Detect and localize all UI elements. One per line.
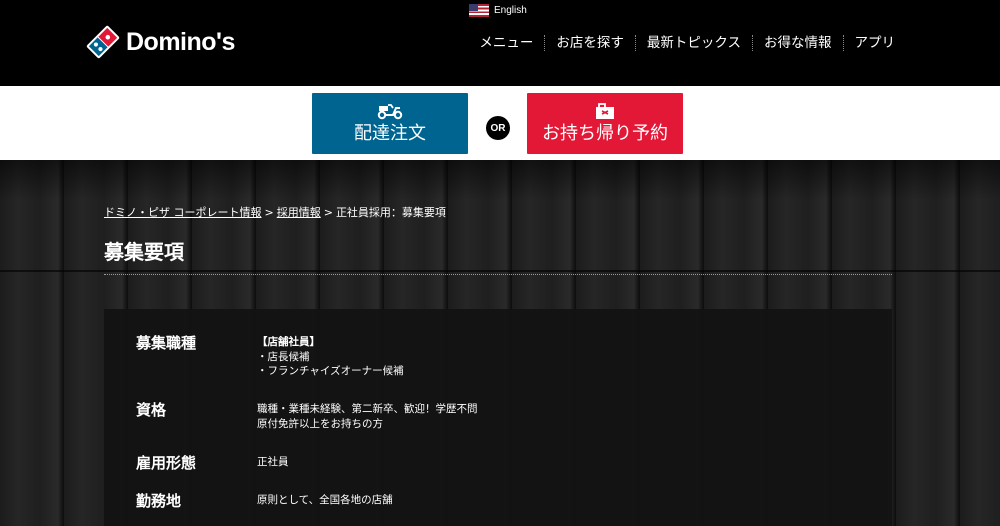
logo-wordmark: Domino's bbox=[126, 27, 235, 56]
requirement-label: 勤務地 bbox=[136, 492, 182, 510]
nav-topics[interactable]: 最新トピックス bbox=[634, 35, 752, 51]
requirement-line: ・店長候補 bbox=[257, 350, 310, 363]
language-label: English bbox=[494, 4, 527, 16]
requirements-panel: 募集職種 【店舗社員】 ・店長候補 ・フランチャイズオーナー候補 資格 職種・業… bbox=[104, 309, 892, 526]
carryout-order-button[interactable]: お持ち帰り予約 bbox=[527, 93, 683, 154]
requirement-label: 資格 bbox=[136, 401, 167, 419]
dominos-logo[interactable]: Domino's bbox=[86, 24, 235, 60]
language-switch[interactable]: English bbox=[469, 2, 527, 18]
requirement-row-employment-type: 雇用形態 正社員 bbox=[136, 453, 836, 473]
page-title: 募集要項 bbox=[104, 240, 184, 264]
requirement-row-qualification: 資格 職種・業種未経験、第二新卒、歓迎！学歴不問 原付免許以上をお持ちの方 bbox=[136, 400, 836, 431]
requirement-label: 雇用形態 bbox=[136, 454, 197, 472]
requirement-value: 職種・業種未経験、第二新卒、歓迎！学歴不問 原付免許以上をお持ちの方 bbox=[257, 400, 478, 431]
us-flag-icon bbox=[469, 3, 489, 17]
site-header: English Domino's メニュー お店を探す 最新トピックス お得な情… bbox=[0, 0, 1000, 86]
pizza-box-icon bbox=[593, 101, 617, 121]
breadcrumb-current: 正社員採用：募集要項 bbox=[335, 206, 446, 219]
requirement-line: ・フランチャイズオーナー候補 bbox=[257, 365, 404, 377]
dominos-domino-icon bbox=[86, 25, 120, 59]
requirement-value: 正社員 bbox=[257, 453, 289, 473]
requirement-line: 原付免許以上をお持ちの方 bbox=[257, 417, 383, 430]
requirement-value: 原則として、全国各地の店舗 bbox=[257, 491, 393, 511]
breadcrumb-separator: > bbox=[264, 206, 274, 219]
nav-store-finder[interactable]: お店を探す bbox=[544, 35, 635, 51]
delivery-order-label: 配達注文 bbox=[354, 122, 426, 144]
requirement-line: 【店舗社員】 bbox=[257, 336, 320, 348]
breadcrumb: ドミノ・ピザ コーポレート情報 > 採用情報 > 正社員採用：募集要項 bbox=[104, 204, 446, 220]
nav-menu[interactable]: メニュー bbox=[468, 35, 544, 51]
breadcrumb-recruit-link[interactable]: 採用情報 bbox=[277, 206, 321, 219]
requirement-row-position: 募集職種 【店舗社員】 ・店長候補 ・フランチャイズオーナー候補 bbox=[136, 333, 836, 379]
scooter-icon bbox=[376, 101, 404, 121]
breadcrumb-corporate-link[interactable]: ドミノ・ピザ コーポレート情報 bbox=[104, 206, 262, 219]
nav-deals[interactable]: お得な情報 bbox=[752, 35, 843, 51]
requirement-line: 職種・業種未経験、第二新卒、歓迎！学歴不問 bbox=[257, 403, 478, 415]
breadcrumb-separator: > bbox=[323, 206, 333, 219]
title-divider bbox=[104, 274, 892, 275]
requirement-line: 原則として、全国各地の店舗 bbox=[257, 494, 393, 506]
main-nav: メニュー お店を探す 最新トピックス お得な情報 アプリ bbox=[468, 32, 906, 54]
requirement-value: 【店舗社員】 ・店長候補 ・フランチャイズオーナー候補 bbox=[257, 333, 404, 379]
requirement-line: 正社員 bbox=[257, 456, 289, 468]
delivery-order-button[interactable]: 配達注文 bbox=[312, 93, 468, 154]
nav-app[interactable]: アプリ bbox=[842, 35, 907, 51]
carryout-order-label: お持ち帰り予約 bbox=[542, 122, 668, 144]
main-content: ドミノ・ピザ コーポレート情報 > 採用情報 > 正社員採用：募集要項 募集要項 募集職… bbox=[0, 160, 1000, 526]
or-badge: OR bbox=[486, 116, 510, 140]
requirement-label: 募集職種 bbox=[136, 334, 197, 352]
requirement-row-location: 勤務地 原則として、全国各地の店舗 bbox=[136, 491, 836, 511]
